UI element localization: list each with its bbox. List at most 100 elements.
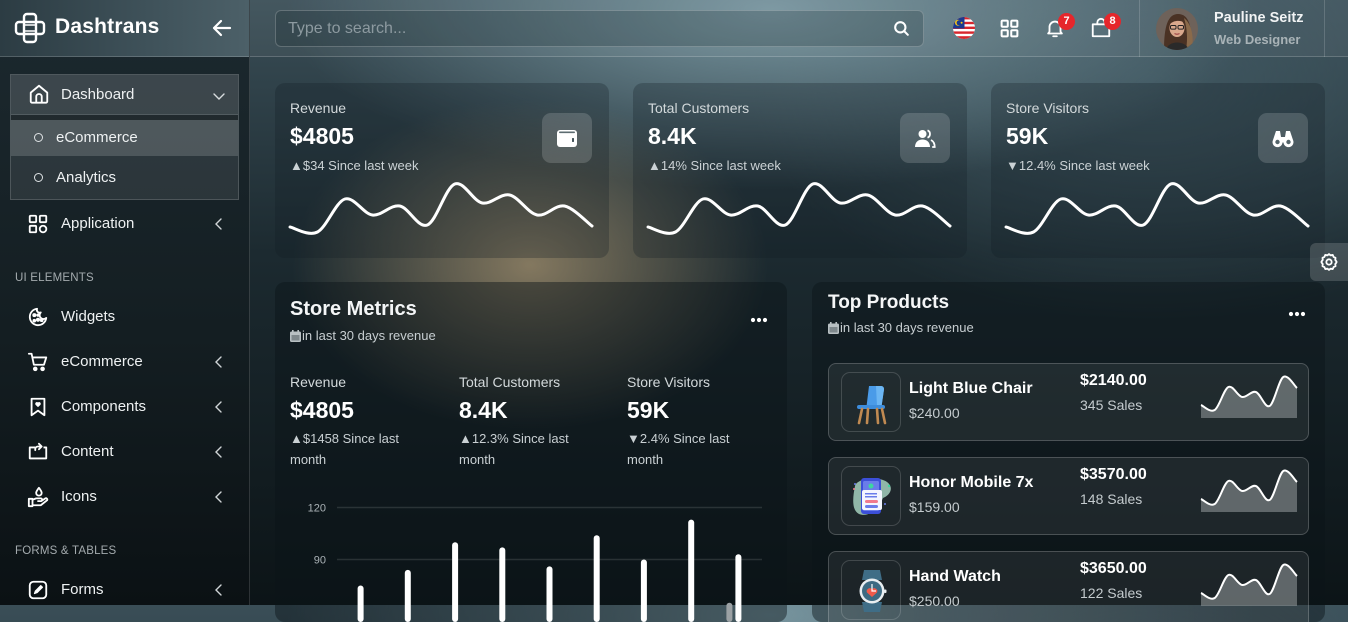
bullet-icon bbox=[34, 173, 43, 182]
chevron-left-icon bbox=[212, 490, 226, 504]
sidebar-item-dashboard[interactable]: Dashboard bbox=[11, 75, 238, 115]
product-amount: $3570.00 bbox=[1080, 466, 1147, 484]
chevron-left-icon bbox=[212, 583, 226, 597]
chevron-left-icon bbox=[212, 445, 226, 459]
users-icon bbox=[913, 126, 937, 150]
bar[interactable] bbox=[499, 547, 505, 622]
sparkline-line bbox=[648, 184, 950, 234]
bullet-icon bbox=[34, 133, 43, 142]
product-sales: 122 Sales bbox=[1080, 585, 1142, 601]
app-name: Dashtrans bbox=[55, 14, 160, 40]
product-sparkline bbox=[1200, 560, 1298, 608]
sidebar-item-label: Forms bbox=[61, 581, 104, 599]
sidebar-item-components[interactable]: Components bbox=[10, 387, 239, 427]
collapse-sidebar-button[interactable] bbox=[210, 16, 234, 40]
sidebar-item-content[interactable]: Content bbox=[10, 432, 239, 472]
bar[interactable] bbox=[452, 542, 458, 622]
bar[interactable] bbox=[641, 560, 647, 622]
content-icon bbox=[27, 441, 49, 463]
sidebar-item-label: Icons bbox=[61, 488, 97, 506]
product-row[interactable]: Hand Watch $250.00 $3650.00 122 Sales bbox=[828, 551, 1309, 622]
sidebar-item-application[interactable]: Application bbox=[10, 204, 239, 244]
sidebar-item-label: Dashboard bbox=[61, 86, 134, 104]
sidebar-item-label: eCommerce bbox=[61, 353, 143, 371]
store-metrics-card: Store Metrics in last 30 days revenue Re… bbox=[275, 282, 787, 622]
bar[interactable] bbox=[405, 570, 411, 622]
watch-icon bbox=[849, 568, 895, 614]
bar[interactable] bbox=[358, 586, 364, 622]
bar[interactable] bbox=[726, 603, 732, 622]
sparkline-area bbox=[1201, 471, 1297, 512]
sidebar-item-label: Content bbox=[61, 443, 114, 461]
sidebar-subitem-analytics[interactable]: Analytics bbox=[11, 156, 238, 199]
sidebar-item-label: Widgets bbox=[61, 308, 115, 326]
sidebar-item-forms[interactable]: Forms bbox=[10, 570, 239, 610]
sidebar-item-icons[interactable]: Icons bbox=[10, 477, 239, 517]
product-price: $159.00 bbox=[909, 499, 960, 515]
cart-badge: 8 bbox=[1104, 13, 1121, 30]
notification-badge: 7 bbox=[1058, 13, 1075, 30]
bar[interactable] bbox=[594, 535, 600, 622]
malaysia-flag-icon[interactable] bbox=[953, 17, 975, 39]
product-amount: $2140.00 bbox=[1080, 372, 1147, 390]
product-amount: $3650.00 bbox=[1080, 560, 1147, 578]
sidebar-subitem-label: eCommerce bbox=[56, 129, 138, 147]
sparkline-line bbox=[1006, 184, 1308, 234]
product-row[interactable]: Light Blue Chair $240.00 $2140.00 345 Sa… bbox=[828, 363, 1309, 441]
stat-value: 59K bbox=[1006, 123, 1048, 150]
sidebar-subitem-ecommerce[interactable]: eCommerce bbox=[11, 120, 238, 156]
stat-value: $4805 bbox=[290, 123, 354, 150]
user-role: Web Designer bbox=[1214, 32, 1300, 47]
trend-up-icon: ▲ bbox=[648, 158, 661, 173]
settings-button[interactable] bbox=[1310, 243, 1348, 281]
stat-label: Store Visitors bbox=[1006, 100, 1089, 116]
bar[interactable] bbox=[688, 520, 694, 622]
chevron-left-icon bbox=[212, 355, 226, 369]
bar[interactable] bbox=[547, 566, 553, 622]
home-icon bbox=[28, 83, 50, 105]
sidebar-item-label: Application bbox=[61, 215, 134, 233]
chair-icon bbox=[849, 380, 895, 426]
search-icon[interactable] bbox=[892, 19, 911, 38]
avatar[interactable] bbox=[1156, 8, 1198, 50]
calendar-icon bbox=[828, 322, 839, 334]
stat-change: ▼12.4% Since last week bbox=[1006, 158, 1150, 173]
stat-change: ▲14% Since last week bbox=[648, 158, 781, 173]
sparkline-chart bbox=[1004, 181, 1310, 237]
sidebar-subitem-label: Analytics bbox=[56, 169, 116, 187]
sidebar-group-dashboard: Dashboard eCommerce Analytics bbox=[10, 74, 239, 200]
mobile-phone-icon bbox=[849, 474, 895, 520]
sparkline-area bbox=[1201, 377, 1297, 418]
more-options-button[interactable] bbox=[1288, 311, 1308, 321]
sidebar-item-ecommerce[interactable]: eCommerce bbox=[10, 342, 239, 382]
trend-down-icon: ▼ bbox=[1006, 158, 1019, 173]
stat-icon-button[interactable] bbox=[900, 113, 950, 163]
arrow-left-icon bbox=[210, 16, 234, 40]
sidebar: Dashtrans Dashboard eCommerce bbox=[0, 0, 250, 605]
top-products-card: Top Products in last 30 days revenue Lig… bbox=[812, 282, 1325, 622]
product-image bbox=[841, 560, 901, 620]
section-title-ui-elements: UI ELEMENTS bbox=[15, 272, 94, 284]
stat-icon-button[interactable] bbox=[1258, 113, 1308, 163]
apps-grid-icon bbox=[27, 213, 49, 235]
card-title: Top Products bbox=[828, 292, 949, 314]
apps-grid-icon[interactable] bbox=[999, 18, 1021, 40]
product-image bbox=[841, 466, 901, 526]
product-price: $250.00 bbox=[909, 593, 960, 609]
stat-icon-button[interactable] bbox=[542, 113, 592, 163]
divider bbox=[1139, 0, 1140, 57]
stat-card-revenue: Revenue $4805 ▲$34 Since last week bbox=[275, 83, 609, 258]
search-input[interactable] bbox=[276, 11, 876, 46]
sidebar-item-widgets[interactable]: Widgets bbox=[10, 297, 239, 337]
product-name: Light Blue Chair bbox=[909, 380, 1033, 398]
store-metrics-bar-chart: 90120 bbox=[275, 282, 787, 622]
hand-drop-icon bbox=[27, 486, 49, 508]
stat-card-customers: Total Customers 8.4K ▲14% Since last wee… bbox=[633, 83, 967, 258]
bar[interactable] bbox=[735, 554, 741, 622]
product-row[interactable]: Honor Mobile 7x $159.00 $3570.00 148 Sal… bbox=[828, 457, 1309, 535]
product-name: Hand Watch bbox=[909, 568, 1001, 586]
stat-label: Revenue bbox=[290, 100, 346, 116]
y-tick-label: 90 bbox=[314, 555, 326, 567]
user-name: Pauline Seitz bbox=[1214, 10, 1303, 26]
sidebar-header: Dashtrans bbox=[0, 0, 249, 57]
